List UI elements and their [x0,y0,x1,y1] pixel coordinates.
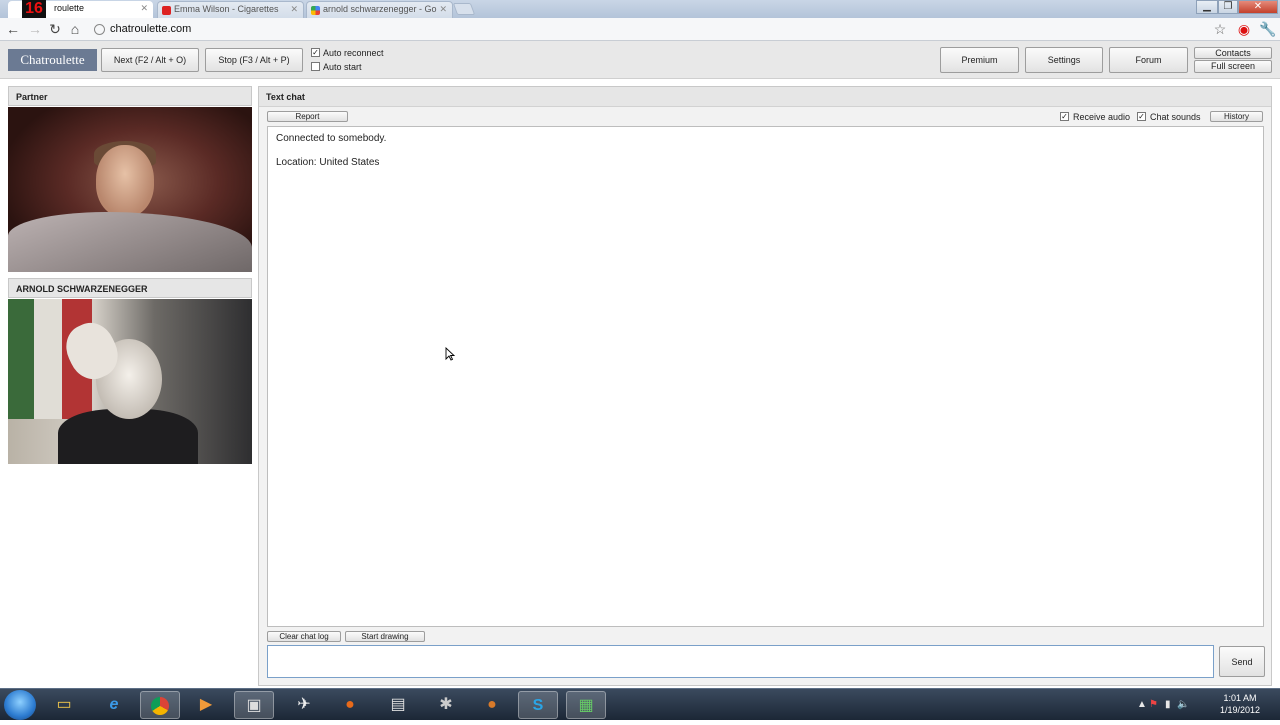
close-tab-icon[interactable]: ✕ [290,4,298,15]
forum-button[interactable]: Forum [1109,47,1188,73]
clear-chat-log-button[interactable]: Clear chat log [267,631,341,642]
forward-icon[interactable]: → [27,21,43,37]
send-button[interactable]: Send [1219,646,1265,677]
chatroulette-page: Chatroulette Next (F2 / Alt + O) Stop (F… [0,41,1280,688]
media-player-icon[interactable]: ▶ [186,691,226,719]
url-text: chatroulette.com [110,23,192,35]
action-center-icon[interactable]: ⚑ [1149,699,1158,710]
tab-title: arnold schwarzenegger - Go [323,4,437,14]
opera-extension-icon[interactable]: ◉ [1236,21,1252,37]
settings-button[interactable]: Settings [1025,47,1103,73]
restore-button[interactable]: ❐ [1218,0,1238,14]
show-hidden-icons-icon[interactable]: ▲ [1137,699,1147,710]
site-logo[interactable]: Chatroulette [8,49,97,71]
calendar-icon[interactable]: ▤ [378,691,418,719]
full-screen-button[interactable]: Full screen [1194,60,1272,73]
start-drawing-button[interactable]: Start drawing [345,631,425,642]
internet-explorer-icon[interactable]: e [94,691,134,719]
contacts-button[interactable]: Contacts [1194,47,1272,59]
browser-tabstrip: roulette ✕ 16 Emma Wilson - Cigarettes ✕… [0,0,1280,18]
taskbar-clock[interactable]: 1:01 AM 1/19/2012 [1220,692,1260,716]
text-chat-heading: Text chat [259,87,1271,107]
firefox-icon[interactable]: ● [330,691,370,719]
close-tab-icon[interactable]: ✕ [140,3,148,14]
text-chat-panel: Text chat Report ✓ Receive audio ✓ Chat … [258,86,1272,686]
video-app-icon[interactable]: ▦ [566,691,606,719]
explorer-icon[interactable]: ▭ [44,691,84,719]
program-icon[interactable]: ▣ [234,691,274,719]
report-button[interactable]: Report [267,111,348,122]
youtube-icon [162,6,171,15]
self-heading: ARNOLD SCHWARZENEGGER [8,278,252,298]
premium-button[interactable]: Premium [940,47,1019,73]
auto-start-label: Auto start [323,62,362,72]
tab-google[interactable]: arnold schwarzenegger - Go ✕ [306,1,453,18]
back-icon[interactable]: ← [5,21,21,37]
clock-date: 1/19/2012 [1219,705,1260,715]
next-button[interactable]: Next (F2 / Alt + O) [101,48,199,72]
tab-youtube[interactable]: Emma Wilson - Cigarettes ✕ [157,1,304,18]
page-icon [94,24,105,35]
auto-reconnect-checkbox[interactable]: ✓ [311,48,320,57]
skype-icon[interactable]: S [518,691,558,719]
start-button[interactable] [4,690,36,720]
app-icon[interactable]: ✈ [284,691,324,719]
wrench-icon[interactable]: 🔧 [1259,21,1276,37]
home-icon[interactable]: ⌂ [67,21,83,37]
chat-message: Connected to somebody. [276,133,387,144]
chat-message: Location: United States [276,157,380,168]
partner-video [8,107,252,272]
auto-start-checkbox[interactable] [311,62,320,71]
recording-badge: 16 [22,0,46,18]
reload-icon[interactable]: ↻ [47,21,63,37]
close-window-button[interactable]: ✕ [1238,0,1278,14]
system-tray: ▲ ⚑ ▮ 🔈 1:01 AM 1/19/2012 [1135,689,1280,721]
receive-audio-label: Receive audio [1073,112,1131,122]
volume-icon[interactable]: 🔈 [1177,699,1189,710]
stop-button[interactable]: Stop (F3 / Alt + P) [205,48,303,72]
message-input[interactable] [267,645,1214,678]
history-button[interactable]: History [1210,111,1263,122]
receive-audio-checkbox[interactable]: ✓ [1060,112,1069,121]
browser-toolbar: ← → ↻ ⌂ chatroulette.com ☆ ◉ 🔧 [0,18,1280,41]
bookmark-star-icon[interactable]: ☆ [1212,21,1228,37]
chrome-icon[interactable] [140,691,180,719]
self-video [8,299,252,464]
network-icon[interactable]: ▮ [1165,699,1171,710]
windows-taskbar: ▭ e ▶ ▣ ✈ ● ▤ ✱ ● S ▦ ▲ ⚑ ▮ 🔈 1:01 AM 1/… [0,688,1280,720]
chat-log: Connected to somebody. Location: United … [267,126,1264,627]
chat-sounds-checkbox[interactable]: ✓ [1137,112,1146,121]
close-tab-icon[interactable]: ✕ [439,4,447,15]
tab-title: Emma Wilson - Cigarettes [174,4,279,14]
tab-title: roulette [54,3,85,13]
mouse-cursor-icon [445,347,455,361]
minimize-button[interactable]: ▁ [1196,0,1218,14]
new-tab-button[interactable] [452,3,476,15]
auto-reconnect-label: Auto reconnect [323,48,384,58]
google-icon [311,6,320,15]
address-bar[interactable]: chatroulette.com [90,20,1235,39]
chat-sounds-label: Chat sounds [1150,112,1201,122]
game-icon[interactable]: ✱ [426,691,466,719]
basketball-icon[interactable]: ● [472,691,512,719]
site-toolbar: Chatroulette Next (F2 / Alt + O) Stop (F… [0,41,1280,79]
partner-heading: Partner [8,86,252,106]
clock-time: 1:01 AM [1223,693,1257,703]
